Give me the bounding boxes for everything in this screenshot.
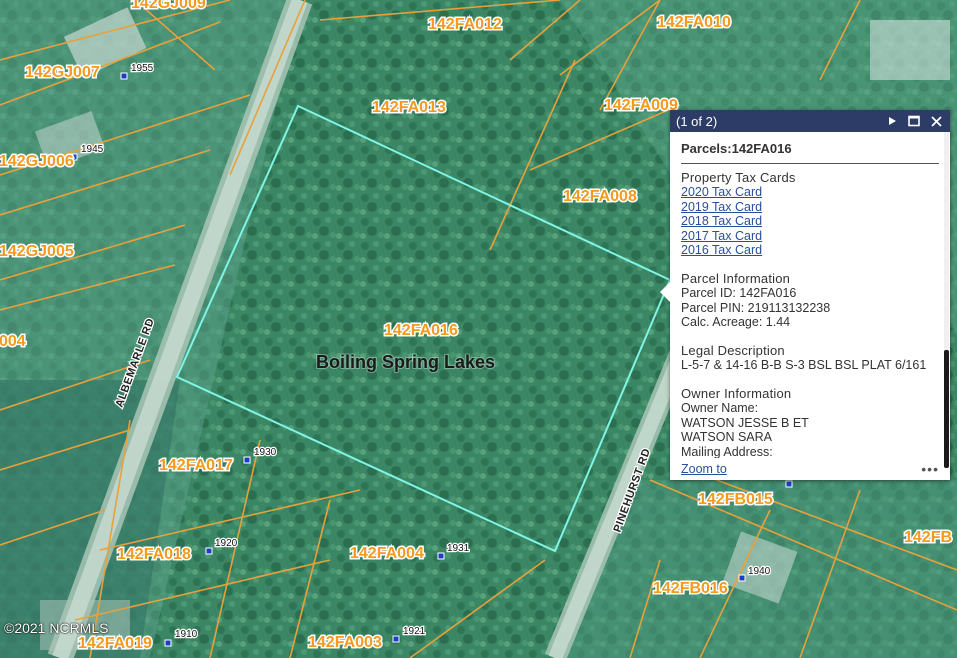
address-label: 1940 — [748, 566, 771, 577]
popup-scrollbar-thumb[interactable] — [944, 350, 949, 468]
parcel-label: 142FA008 — [563, 188, 637, 205]
parcel-label: 004 — [0, 333, 26, 350]
address-label: 1920 — [215, 538, 238, 549]
parcel-label: 142GJ006 — [0, 153, 74, 170]
owner-info-heading: Owner Information — [681, 385, 792, 401]
feature-popup[interactable]: (1 of 2) Parcels:142FA016 Property Tax C… — [660, 110, 950, 480]
parcel-label: 142GJ005 — [0, 243, 74, 260]
acreage-text: Calc. Acreage: 1.44 — [681, 315, 791, 329]
address-label: 1955 — [131, 63, 154, 74]
zoom-to-link[interactable]: Zoom to — [681, 462, 921, 476]
popup-pointer — [660, 282, 670, 302]
parcel-label: 142FA013 — [372, 99, 446, 116]
parcel-label: 142FA003 — [308, 634, 382, 651]
address-label: 1930 — [254, 447, 277, 458]
address-marker — [243, 456, 251, 464]
parcel-label: 142FA009 — [604, 97, 678, 114]
parcel-label: 142FA018 — [117, 546, 191, 563]
parcel-label: 142FA017 — [159, 457, 233, 474]
popup-scrollbar[interactable] — [944, 132, 949, 468]
popup-footer: Zoom to ••• — [670, 458, 950, 480]
parcel-label: 142GJ007 — [25, 64, 100, 81]
tax-card-link-2017[interactable]: 2017 Tax Card — [681, 229, 939, 244]
popup-content[interactable]: Parcels:142FA016 Property Tax Cards 2020… — [670, 132, 942, 458]
mailing-address-label: Mailing Address: — [681, 444, 773, 459]
parcel-label: 142FA010 — [657, 14, 731, 31]
parcel-label: 142FB016 — [653, 580, 728, 597]
legal-description-text: L-5-7 & 14-16 B-B S-3 BSL BSL PLAT 6/161 — [681, 358, 927, 372]
parcel-label: 142FA016 — [384, 322, 458, 339]
tax-card-link-2016[interactable]: 2016 Tax Card — [681, 243, 939, 258]
parcel-label: 142FA012 — [428, 16, 502, 33]
tax-card-link-2018[interactable]: 2018 Tax Card — [681, 214, 939, 229]
address-label: 1910 — [175, 629, 198, 640]
parcel-label: 142GJ009 — [131, 0, 206, 12]
copyright-text: ©2021 NCRMLS — [4, 620, 109, 636]
parcel-label: 142FB015 — [698, 491, 773, 508]
town-label: Boiling Spring Lakes — [316, 352, 495, 372]
maximize-icon[interactable] — [906, 113, 922, 129]
address-label: 1931 — [447, 543, 470, 554]
play-icon[interactable] — [884, 113, 900, 129]
parcel-pin-text: Parcel PIN: 219113132238 — [681, 300, 831, 315]
address-marker — [785, 480, 793, 488]
address-marker — [120, 72, 128, 80]
close-icon[interactable] — [928, 113, 944, 129]
parcel-label: 142FB — [904, 529, 952, 546]
owner-name: WATSON JESSE B ET — [681, 415, 809, 430]
more-icon[interactable]: ••• — [921, 461, 939, 477]
legal-description-heading: Legal Description — [681, 342, 785, 358]
address-marker — [738, 574, 746, 582]
owner-name: WATSON SARA — [681, 430, 772, 444]
parcel-info-heading: Parcel Information — [681, 270, 791, 286]
address-marker — [164, 639, 172, 647]
address-marker — [205, 547, 213, 555]
owner-name-label: Owner Name: — [681, 401, 759, 415]
parcel-label: 142FA019 — [78, 635, 152, 652]
tax-cards-heading: Property Tax Cards — [681, 169, 796, 185]
address-label: 1945 — [81, 144, 104, 155]
parcel-label: 142FA004 — [350, 545, 424, 562]
tax-card-link-2020[interactable]: 2020 Tax Card — [681, 185, 939, 200]
popup-header: (1 of 2) — [670, 110, 950, 132]
address-marker — [392, 635, 400, 643]
tax-card-link-2019[interactable]: 2019 Tax Card — [681, 200, 939, 215]
parcel-id-text: Parcel ID: 142FA016 — [681, 286, 797, 300]
address-label: 1921 — [403, 626, 426, 637]
address-marker — [437, 552, 445, 560]
popup-title: Parcels:142FA016 — [681, 140, 939, 164]
popup-feature-count: (1 of 2) — [676, 113, 718, 129]
